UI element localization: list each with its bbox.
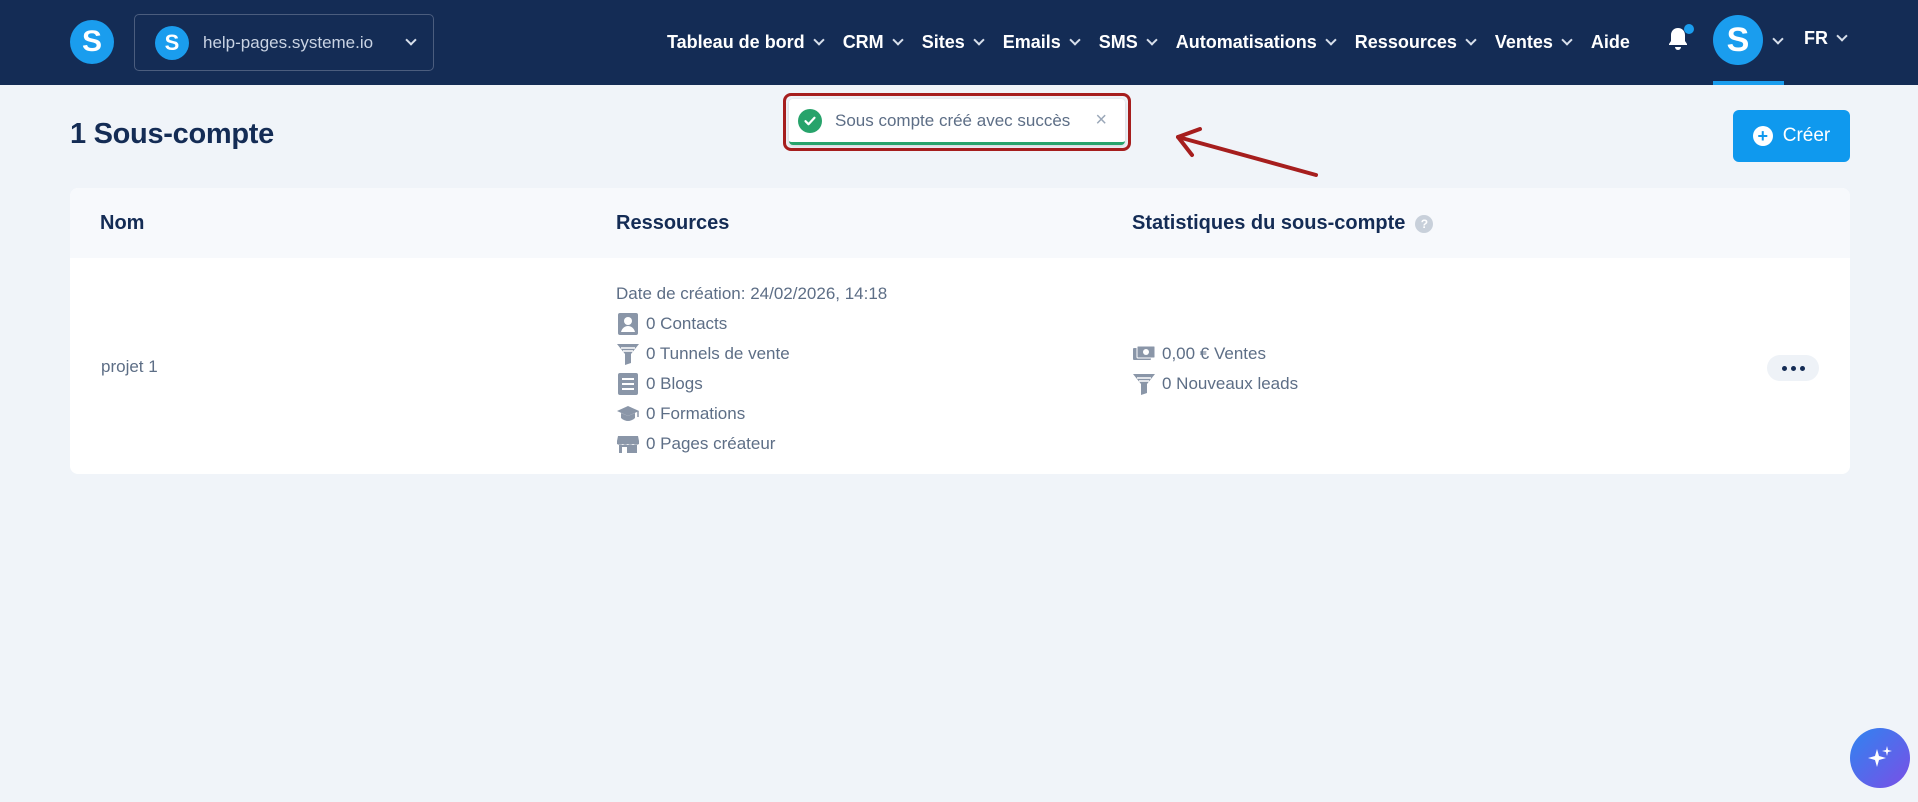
nav-automatisations[interactable]: Automatisations <box>1175 32 1337 53</box>
resource-formations: 0 Formations <box>616 399 887 429</box>
active-indicator <box>1713 81 1784 85</box>
ai-assistant-button[interactable] <box>1850 728 1910 788</box>
dot <box>1790 365 1796 371</box>
dot <box>1799 365 1805 371</box>
chevron-down-icon <box>1465 33 1477 46</box>
nav-label: CRM <box>842 32 884 52</box>
contact-icon <box>618 313 638 335</box>
stat-sales: 0,00 € Ventes <box>1132 339 1298 369</box>
creation-date: Date de création: 24/02/2026, 14:18 <box>616 284 888 303</box>
site-logo-icon: S <box>155 25 189 60</box>
column-header-stats: Statistiques du sous-compte ? <box>1132 212 1434 235</box>
chevron-down-icon[interactable] <box>1772 33 1784 45</box>
resource-text: 0 Formations <box>646 404 746 423</box>
graduation-cap-icon <box>617 406 639 421</box>
resource-text: 0 Pages créateur <box>646 434 776 453</box>
stat-new-leads: 0 Nouveaux leads <box>1132 369 1298 399</box>
page-title: 1 Sous-compte <box>70 118 274 150</box>
column-header-stats-label: Statistiques du sous-compte <box>1132 212 1406 234</box>
top-navigation-bar: S S help-pages.systeme.io Tableau de bor… <box>0 0 1918 85</box>
nav-label: Ressources <box>1354 32 1457 52</box>
help-icon[interactable]: ? <box>1415 214 1434 233</box>
chevron-down-icon <box>813 33 825 46</box>
stat-text: 0 Nouveaux leads <box>1162 374 1299 393</box>
nav-label: Ventes <box>1494 32 1553 52</box>
funnel-icon <box>617 344 639 365</box>
nav-crm[interactable]: CRM <box>842 32 904 53</box>
nav-label: Automatisations <box>1175 32 1317 52</box>
check-circle-icon <box>798 108 822 133</box>
resource-text: 0 Contacts <box>646 314 728 333</box>
stat-text: 0,00 € Ventes <box>1162 344 1266 363</box>
nav-tableau-de-bord[interactable]: Tableau de bord <box>667 32 825 53</box>
chevron-down-icon <box>973 33 985 46</box>
resource-text: 0 Blogs <box>646 374 703 393</box>
annotation-arrow <box>1176 127 1318 177</box>
storefront-icon <box>617 436 639 453</box>
create-label: Créer <box>1782 125 1831 146</box>
chevron-down-icon <box>1146 33 1158 46</box>
close-icon[interactable]: × <box>1095 109 1107 132</box>
sparkle-icon <box>1868 746 1892 767</box>
main-nav: Tableau de bord CRM Sites Emails SMS Aut… <box>667 0 1648 85</box>
chevron-down-icon <box>1836 29 1848 42</box>
chevron-down-icon <box>405 33 417 46</box>
chevron-down-icon <box>1069 33 1081 46</box>
nav-label: Aide <box>1590 32 1630 52</box>
dot <box>1781 365 1787 371</box>
nav-sms[interactable]: SMS <box>1098 32 1158 53</box>
resource-funnels: 0 Tunnels de vente <box>616 339 887 369</box>
resource-creator-pages: 0 Pages créateur <box>616 429 887 459</box>
nav-emails[interactable]: Emails <box>1002 32 1081 53</box>
user-avatar[interactable]: S <box>1713 15 1763 65</box>
site-name: help-pages.systeme.io <box>203 32 374 52</box>
table-header: Nom Ressources Statistiques du sous-comp… <box>70 188 1850 258</box>
resource-contacts: 0 Contacts <box>616 309 887 339</box>
language-selector[interactable]: FR <box>1804 28 1848 49</box>
create-subaccount-button[interactable]: + Créer <box>1733 110 1850 162</box>
language-label: FR <box>1804 28 1828 48</box>
chevron-down-icon <box>892 33 904 46</box>
subaccounts-table: Nom Ressources Statistiques du sous-comp… <box>70 188 1850 474</box>
stats-cell: 0,00 € Ventes 0 Nouveaux leads <box>1132 339 1298 399</box>
resource-text: 0 Tunnels de vente <box>646 344 790 363</box>
nav-sites[interactable]: Sites <box>921 32 985 53</box>
nav-aide[interactable]: Aide <box>1591 32 1630 53</box>
nav-ressources[interactable]: Ressources <box>1354 32 1477 53</box>
resource-blogs: 0 Blogs <box>616 369 887 399</box>
nav-label: SMS <box>1098 32 1138 52</box>
blog-icon <box>618 373 638 395</box>
chevron-down-icon <box>1325 33 1337 46</box>
notification-dot <box>1684 24 1694 34</box>
resources-cell: Date de création: 24/02/2026, 14:18 0 Co… <box>616 279 887 459</box>
column-header-name: Nom <box>100 212 145 234</box>
systeme-logo[interactable]: S <box>70 20 114 64</box>
column-header-resources: Ressources <box>616 212 730 234</box>
nav-label: Tableau de bord <box>667 32 805 52</box>
site-switcher[interactable]: S help-pages.systeme.io <box>134 14 434 71</box>
nav-label: Sites <box>921 32 965 52</box>
chevron-down-icon <box>1561 33 1573 46</box>
subaccount-name: projet 1 <box>101 357 158 376</box>
nav-label: Emails <box>1002 32 1061 52</box>
success-toast: Sous compte créé avec succès × <box>789 99 1125 145</box>
nav-ventes[interactable]: Ventes <box>1494 32 1573 53</box>
money-icon <box>1133 345 1156 360</box>
row-actions-button[interactable] <box>1767 355 1819 381</box>
toast-message: Sous compte créé avec succès <box>835 110 1071 130</box>
plus-circle-icon: + <box>1752 126 1773 146</box>
funnel-icon <box>1133 374 1155 395</box>
